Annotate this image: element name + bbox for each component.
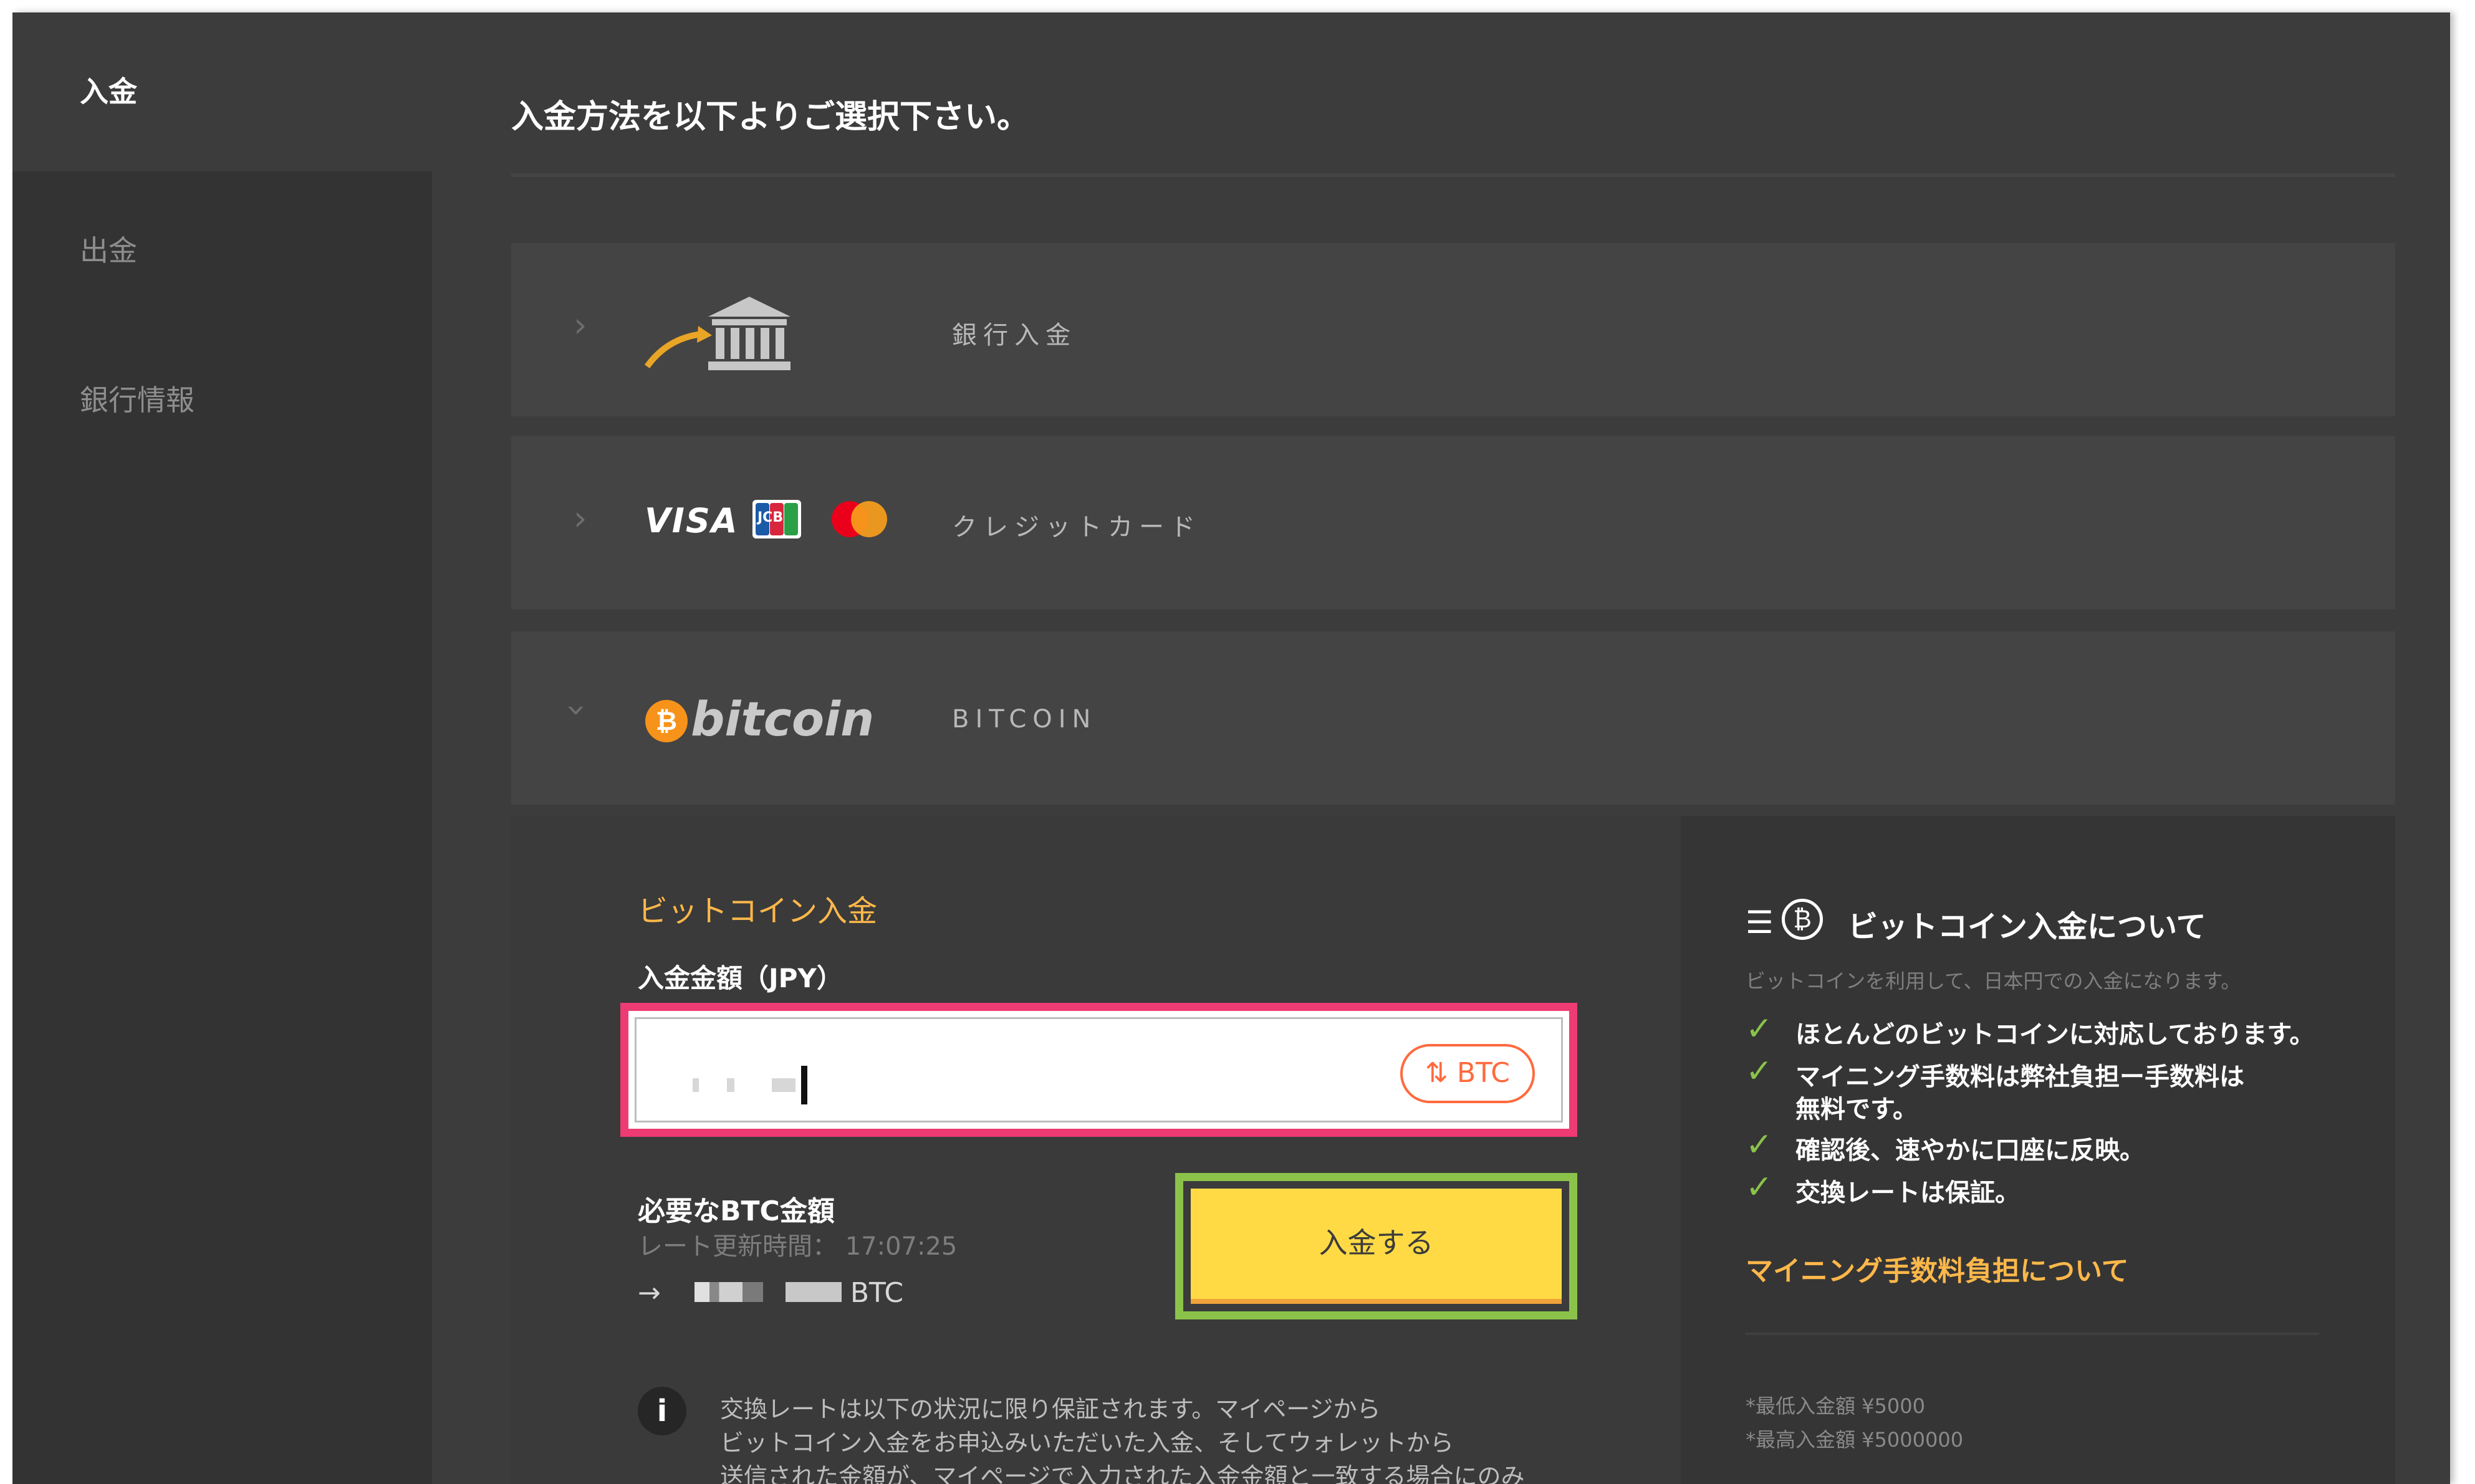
deposit-button[interactable]: 入金する: [1191, 1189, 1562, 1304]
mastercard-orange-circle: [851, 501, 887, 537]
bitcoin-logo-text: bitcoin: [691, 691, 875, 747]
rate-guarantee-note: 交換レートは以下の状況に限り保証されます。マイページから ビットコイン入金をお申…: [720, 1395, 1525, 1484]
btc-amount-row: → BTC: [638, 1277, 903, 1309]
arrow-right-icon: →: [638, 1277, 661, 1309]
currency-toggle-button[interactable]: ⇅ BTC: [1400, 1044, 1535, 1103]
check-icon: ✓: [1746, 1053, 1773, 1090]
chevron-down-icon: ›: [557, 703, 597, 717]
rate-update-time: レート更新時間： 17:07:25: [638, 1232, 958, 1261]
list-item: ✓ ほとんどのビットコインに対応しております。: [1746, 1010, 2315, 1049]
mining-fee-link[interactable]: マイニング手数料負担について: [1746, 1248, 2129, 1288]
check-icon: ✓: [1746, 1169, 1773, 1206]
method-credit-card[interactable]: › VISA JCB クレジットカード: [511, 436, 2395, 610]
info-icon: i: [638, 1387, 686, 1435]
main-content: 入金方法を以下よりご選択下さい。 › 銀行入金 › VISA JCB クレジット…: [432, 12, 2450, 1484]
divider: [1746, 1333, 2319, 1335]
masked-amount: [693, 1066, 808, 1104]
chevron-right-icon: ›: [574, 305, 587, 345]
sidebar: 入金 出金 銀行情報: [12, 12, 432, 1484]
list-item: ✓ 確認後、速やかに口座に反映。: [1746, 1126, 2145, 1165]
check-icon: ✓: [1746, 1010, 1773, 1048]
visa-logo: VISA: [645, 501, 739, 540]
deposit-button-highlight: 入金する: [1175, 1173, 1577, 1319]
form-heading: ビットコイン入金: [638, 894, 878, 929]
method-label: BITCOIN: [952, 705, 1097, 734]
page-title: 入金方法を以下よりご選択下さい。: [511, 98, 1029, 136]
deposit-page: 入金 出金 銀行情報 入金方法を以下よりご選択下さい。 › 銀行入金 › VIS…: [12, 12, 2450, 1484]
jcb-logo: JCB: [752, 500, 801, 539]
bitcoin-circle-icon: ₿: [1782, 899, 1823, 940]
max-deposit: *最高入金額 ¥5000000: [1746, 1428, 1964, 1452]
bitcoin-info-icon: ☰: [1746, 904, 1774, 941]
method-label: 銀行入金: [952, 321, 1077, 350]
bank-icon: [644, 297, 791, 370]
bitcoin-logo-icon: ₿: [645, 700, 688, 742]
info-description: ビットコインを利用して、日本円での入金になります。: [1746, 969, 2241, 993]
deposit-limits: *最低入金額 ¥5000 *最高入金額 ¥5000000: [1746, 1389, 1963, 1457]
required-btc-label: 必要なBTC金額: [638, 1195, 835, 1227]
method-label: クレジットカード: [952, 513, 1201, 542]
masked-btc-value: [694, 1282, 763, 1302]
divider: [511, 173, 2395, 177]
list-item: ✓ 交換レートは保証。: [1746, 1169, 2020, 1207]
info-points: ✓ ほとんどのビットコインに対応しております。 ✓ マイニング手数料は弊社負担ー手数…: [1746, 1010, 2369, 1215]
sidebar-item-deposit[interactable]: 入金: [12, 12, 432, 171]
sidebar-item-label: 銀行情報: [80, 383, 195, 417]
sidebar-item-label: 出金: [80, 234, 137, 267]
check-icon: ✓: [1746, 1126, 1773, 1164]
min-deposit: *最低入金額 ¥5000: [1746, 1394, 1925, 1418]
method-bank[interactable]: › 銀行入金: [511, 243, 2395, 416]
bitcoin-deposit-form: ビットコイン入金 入金金額（JPY） ⇅ BTC 必要なBTC金額 レート更新時…: [511, 816, 1681, 1484]
bitcoin-panel: ビットコイン入金 入金金額（JPY） ⇅ BTC 必要なBTC金額 レート更新時…: [511, 816, 2395, 1484]
masked-btc-value: [785, 1282, 842, 1302]
amount-input-highlight: ⇅ BTC: [620, 1003, 1577, 1137]
chevron-right-icon: ›: [574, 499, 587, 538]
sidebar-item-withdraw[interactable]: 出金: [12, 171, 432, 330]
method-bitcoin[interactable]: › ₿ bitcoin BITCOIN: [511, 631, 2395, 805]
sidebar-item-label: 入金: [80, 75, 137, 108]
amount-label: 入金金額（JPY）: [638, 963, 843, 993]
info-title: ビットコイン入金について: [1848, 909, 2206, 944]
sidebar-item-bank-info[interactable]: 銀行情報: [12, 321, 432, 480]
list-item-continued: 無料です。: [1795, 1095, 1918, 1124]
btc-unit: BTC: [850, 1277, 904, 1309]
amount-input[interactable]: ⇅ BTC: [635, 1017, 1563, 1123]
bitcoin-info-panel: ☰ ₿ ビットコイン入金について ビットコインを利用して、日本円での入金になりま…: [1681, 816, 2395, 1484]
list-item: ✓ マイニング手数料は弊社負担ー手数料は: [1746, 1053, 2244, 1091]
